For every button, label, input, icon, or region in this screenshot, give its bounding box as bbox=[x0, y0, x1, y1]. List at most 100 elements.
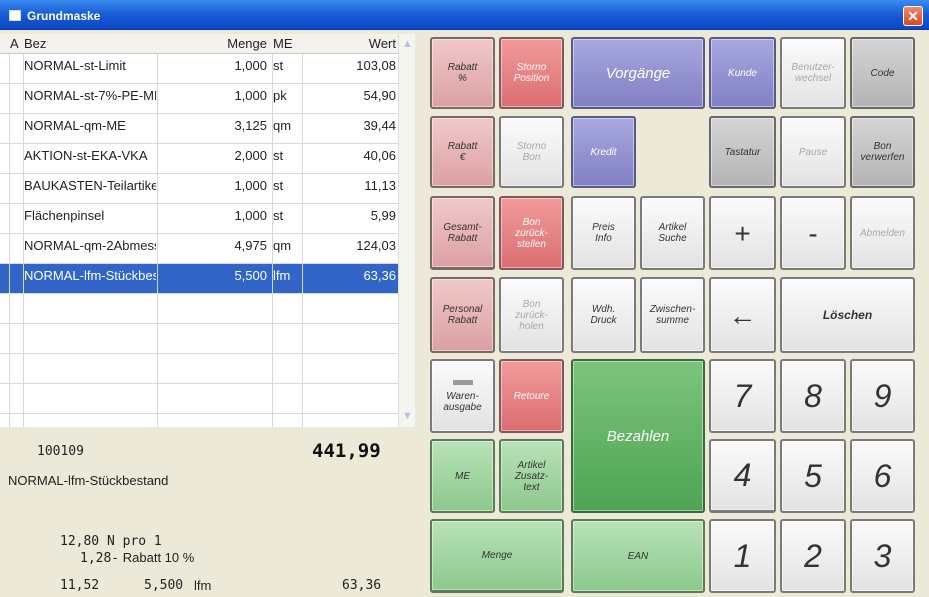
cell-bez: NORMAL-lfm-Stückbesta bbox=[24, 268, 156, 283]
digit-8-button[interactable]: 8 bbox=[780, 359, 846, 433]
table-row[interactable] bbox=[0, 384, 398, 414]
rabatt-percent-button[interactable]: Rabatt % bbox=[430, 37, 495, 109]
plus-button[interactable]: + bbox=[709, 196, 776, 270]
digit-7-button[interactable]: 7 bbox=[709, 359, 776, 433]
bezahlen-button[interactable]: Bezahlen bbox=[571, 359, 705, 513]
warenausgabe-label: Waren- ausgabe bbox=[443, 390, 482, 413]
digit-5-button[interactable]: 5 bbox=[780, 439, 846, 513]
table-row[interactable]: NORMAL-lfm-Stückbesta 5,500 lfm 63,36 bbox=[0, 264, 398, 294]
cell-me: qm bbox=[273, 238, 292, 253]
loeschen-button[interactable]: Löschen bbox=[780, 277, 915, 353]
backspace-button[interactable]: ← bbox=[709, 277, 776, 353]
tastatur-button[interactable]: Tastatur bbox=[709, 116, 776, 188]
cell-menge: 1,000 bbox=[234, 88, 267, 103]
artikel-suche-button[interactable]: Artikel Suche bbox=[640, 196, 705, 270]
cell-wert: 40,06 bbox=[363, 148, 396, 163]
summary-qty: 5,500 bbox=[144, 578, 184, 593]
table-row[interactable]: AKTION-st-EKA-VKA 2,000 st 40,06 bbox=[0, 144, 398, 174]
cell-wert: 39,44 bbox=[363, 118, 396, 133]
table-row[interactable]: NORMAL-qm-2Abmessu 4,975 qm 124,03 bbox=[0, 234, 398, 264]
header-a[interactable]: A bbox=[10, 36, 19, 52]
cell-bez: Flächenpinsel bbox=[24, 208, 105, 223]
benutzerwechsel-button[interactable]: Benutzer- wechsel bbox=[780, 37, 846, 109]
article-code: 100109 bbox=[37, 444, 84, 459]
preis-info-button[interactable]: Preis Info bbox=[571, 196, 636, 270]
window-title: Grundmaske bbox=[27, 9, 101, 23]
cell-wert: 124,03 bbox=[356, 238, 396, 253]
table-row[interactable] bbox=[0, 294, 398, 324]
cell-bez: NORMAL-st-Limit bbox=[24, 58, 126, 73]
cell-wert: 5,99 bbox=[370, 208, 396, 223]
table-row[interactable] bbox=[0, 324, 398, 354]
digit-9-button[interactable]: 9 bbox=[850, 359, 915, 433]
table-row[interactable]: Flächenpinsel 1,000 st 5,99 bbox=[0, 204, 398, 234]
table-row[interactable]: NORMAL-qm-ME 3,125 qm 39,44 bbox=[0, 114, 398, 144]
bon-zurueckholen-button[interactable]: Bon zurück- holen bbox=[499, 277, 564, 353]
table-row[interactable]: BAUKASTEN-Teilartikel-: 1,000 st 11,13 bbox=[0, 174, 398, 204]
digit-3-button[interactable]: 3 bbox=[850, 519, 915, 593]
header-wert[interactable]: Wert bbox=[303, 36, 396, 52]
digit-1-button[interactable]: 1 bbox=[709, 519, 776, 593]
column-divider bbox=[9, 54, 10, 427]
rabatt-euro-button[interactable]: Rabatt € bbox=[430, 116, 495, 188]
close-button[interactable]: ✕ bbox=[903, 6, 923, 26]
table-row[interactable] bbox=[0, 354, 398, 384]
digit-6-button[interactable]: 6 bbox=[850, 439, 915, 513]
table-row[interactable]: NORMAL-st-7%-PE-ME 1,000 pk 54,90 bbox=[0, 84, 398, 114]
price-line: 12,80 N pro 1 bbox=[60, 534, 162, 549]
bon-verwerfen-button[interactable]: Bon verwerfen bbox=[850, 116, 915, 188]
cell-me: lfm bbox=[273, 268, 291, 283]
storno-bon-button[interactable]: Storno Bon bbox=[499, 116, 564, 188]
personal-rabatt-button[interactable]: Personal Rabatt bbox=[430, 277, 495, 353]
warenausgabe-button[interactable]: Waren- ausgabe bbox=[430, 359, 495, 433]
cell-bez: NORMAL-st-7%-PE-ME bbox=[24, 88, 156, 103]
abmelden-button[interactable]: Abmelden bbox=[850, 196, 915, 270]
cell-me: pk bbox=[273, 88, 287, 103]
column-divider bbox=[272, 54, 273, 427]
cell-bez: AKTION-st-EKA-VKA bbox=[24, 148, 148, 163]
cell-menge: 4,975 bbox=[234, 238, 267, 253]
article-description: NORMAL-lfm-Stückbestand bbox=[8, 473, 169, 488]
minus-bar-icon bbox=[452, 379, 473, 385]
cell-bez: NORMAL-qm-ME bbox=[24, 118, 126, 133]
wdh-druck-button[interactable]: Wdh. Druck bbox=[571, 277, 636, 353]
rabatt-amount: 1,28- bbox=[80, 551, 120, 566]
ean-button[interactable]: EAN bbox=[571, 519, 705, 593]
gesamt-rabatt-button[interactable]: Gesamt- Rabatt bbox=[430, 196, 495, 270]
digit-4-button[interactable]: 4 bbox=[709, 439, 776, 513]
cell-bez: BAUKASTEN-Teilartikel-: bbox=[24, 178, 156, 193]
code-button[interactable]: Code bbox=[850, 37, 915, 109]
header-menge[interactable]: Menge bbox=[158, 36, 270, 52]
cell-menge: 1,000 bbox=[234, 208, 267, 223]
column-divider bbox=[157, 54, 158, 427]
menge-button[interactable]: Menge bbox=[430, 519, 564, 593]
scroll-down-icon[interactable]: ▼ bbox=[401, 410, 414, 423]
rabatt-label: Rabatt 10 % bbox=[122, 550, 195, 565]
cell-wert: 103,08 bbox=[356, 58, 396, 73]
table-header: A Bez Menge ME Wert bbox=[0, 34, 398, 54]
bon-zurueckstellen-button[interactable]: Bon zurück- stellen bbox=[499, 196, 564, 270]
kunde-button[interactable]: Kunde bbox=[709, 37, 776, 109]
minus-button[interactable]: - bbox=[780, 196, 846, 270]
digit-2-button[interactable]: 2 bbox=[780, 519, 846, 593]
scroll-up-icon[interactable]: ▲ bbox=[401, 38, 414, 51]
receipt-total: 441,99 bbox=[312, 440, 381, 462]
cell-menge: 5,500 bbox=[234, 268, 267, 283]
cell-me: st bbox=[273, 148, 284, 163]
table-scrollbar[interactable]: ▲ ▼ bbox=[398, 34, 415, 427]
summary-value: 63,36 bbox=[342, 578, 382, 593]
cell-menge: 3,125 bbox=[234, 118, 267, 133]
cell-me: st bbox=[273, 208, 284, 223]
header-bez[interactable]: Bez bbox=[24, 36, 46, 52]
artikel-zusatztext-button[interactable]: Artikel Zusatz- text bbox=[499, 439, 564, 513]
cell-bez: NORMAL-qm-2Abmessu bbox=[24, 238, 156, 253]
retoure-button[interactable]: Retoure bbox=[499, 359, 564, 433]
pause-button[interactable]: Pause bbox=[780, 116, 846, 188]
table-row[interactable]: NORMAL-st-Limit 1,000 st 103,08 bbox=[0, 54, 398, 84]
header-me[interactable]: ME bbox=[273, 36, 293, 52]
vorgaenge-button[interactable]: Vorgänge bbox=[571, 37, 705, 109]
zwischensumme-button[interactable]: Zwischen- summe bbox=[640, 277, 705, 353]
me-button[interactable]: ME bbox=[430, 439, 495, 513]
kredit-button[interactable]: Kredit bbox=[571, 116, 636, 188]
storno-position-button[interactable]: Storno Position bbox=[499, 37, 564, 109]
